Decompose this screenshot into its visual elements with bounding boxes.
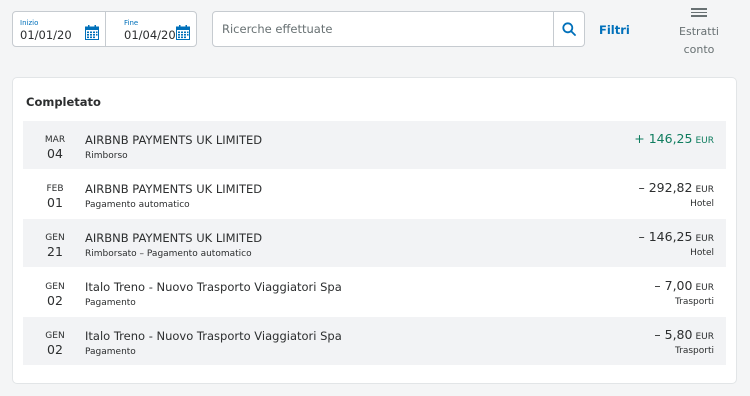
transactions-card: Completato MAR 04 AIRBNB PAYMENTS UK LIM… bbox=[12, 77, 737, 384]
statements-button[interactable]: Estratti conto bbox=[668, 6, 730, 59]
transaction-amount: – 146,25 EUR bbox=[639, 229, 715, 244]
end-date-field[interactable]: Fine 01/04/20 bbox=[106, 12, 196, 46]
transaction-row[interactable]: GEN 02 Italo Treno - Nuovo Trasporto Via… bbox=[23, 317, 726, 365]
transaction-type: Rimborso bbox=[85, 151, 128, 161]
end-date-label: Fine bbox=[124, 19, 139, 27]
transaction-merchant: Italo Treno - Nuovo Trasporto Viaggiator… bbox=[85, 280, 342, 294]
filters-link[interactable]: Filtri bbox=[599, 23, 630, 37]
transaction-category: Hotel bbox=[690, 199, 714, 209]
amount-currency: EUR bbox=[695, 234, 714, 244]
transaction-merchant: Italo Treno - Nuovo Trasporto Viaggiator… bbox=[85, 329, 342, 343]
transaction-amount: – 292,82 EUR bbox=[639, 180, 715, 195]
search-button[interactable] bbox=[553, 12, 584, 46]
transaction-amount: + 146,25 EUR bbox=[634, 131, 714, 146]
section-title: Completato bbox=[26, 95, 101, 109]
amount-currency: EUR bbox=[695, 332, 714, 342]
calendar-icon[interactable] bbox=[85, 25, 99, 40]
start-date-field[interactable]: Inizio 01/01/20 bbox=[13, 12, 106, 46]
amount-value: – 7,00 bbox=[654, 278, 693, 293]
transaction-type: Pagamento automatico bbox=[85, 200, 190, 210]
amount-value: – 5,80 bbox=[654, 327, 693, 342]
transaction-month: GEN bbox=[45, 331, 65, 341]
search-box bbox=[212, 11, 585, 47]
statements-label: Estratti conto bbox=[679, 24, 719, 56]
amount-value: + 146,25 bbox=[634, 131, 693, 146]
transaction-type: Rimborsato – Pagamento automatico bbox=[85, 249, 252, 259]
transaction-month: MAR bbox=[44, 135, 66, 145]
transaction-day: 02 bbox=[47, 293, 63, 308]
calendar-icon[interactable] bbox=[176, 25, 190, 40]
transaction-month: FEB bbox=[46, 184, 64, 194]
date-range-picker[interactable]: Inizio 01/01/20 Fine 01/04/20 bbox=[12, 11, 197, 47]
transaction-day: 21 bbox=[47, 244, 63, 259]
amount-currency: EUR bbox=[695, 283, 714, 293]
end-date-value[interactable]: 01/04/20 bbox=[124, 28, 176, 42]
amount-value: – 292,82 bbox=[638, 180, 693, 195]
hamburger-menu-icon bbox=[691, 8, 707, 17]
transaction-day: 01 bbox=[47, 195, 63, 210]
transaction-row[interactable]: MAR 04 AIRBNB PAYMENTS UK LIMITED Rimbor… bbox=[23, 121, 726, 169]
search-icon bbox=[562, 22, 576, 36]
transaction-category: Trasporti bbox=[674, 346, 714, 356]
transaction-type: Pagamento bbox=[85, 347, 136, 357]
transaction-row[interactable]: GEN 21 AIRBNB PAYMENTS UK LIMITED Rimbor… bbox=[23, 219, 726, 267]
transaction-category: Hotel bbox=[690, 248, 714, 258]
transaction-row[interactable]: FEB 01 AIRBNB PAYMENTS UK LIMITED Pagame… bbox=[23, 170, 726, 218]
transaction-amount: – 7,00 EUR bbox=[654, 278, 714, 293]
transaction-merchant: AIRBNB PAYMENTS UK LIMITED bbox=[85, 133, 263, 147]
transaction-month: GEN bbox=[45, 233, 65, 243]
transaction-row[interactable]: GEN 02 Italo Treno - Nuovo Trasporto Via… bbox=[23, 268, 726, 316]
amount-value: – 146,25 bbox=[638, 229, 693, 244]
start-date-label: Inizio bbox=[20, 19, 39, 27]
transaction-merchant: AIRBNB PAYMENTS UK LIMITED bbox=[85, 231, 263, 245]
transaction-merchant: AIRBNB PAYMENTS UK LIMITED bbox=[85, 182, 263, 196]
amount-currency: EUR bbox=[695, 185, 714, 195]
transaction-day: 02 bbox=[47, 342, 63, 357]
transaction-amount: – 5,80 EUR bbox=[654, 327, 714, 342]
transaction-type: Pagamento bbox=[85, 298, 136, 308]
start-date-value[interactable]: 01/01/20 bbox=[20, 28, 72, 42]
amount-currency: EUR bbox=[695, 136, 714, 146]
search-input[interactable] bbox=[213, 12, 553, 46]
transaction-day: 04 bbox=[47, 146, 63, 161]
transaction-month: GEN bbox=[45, 282, 65, 292]
transaction-category: Trasporti bbox=[674, 297, 714, 307]
